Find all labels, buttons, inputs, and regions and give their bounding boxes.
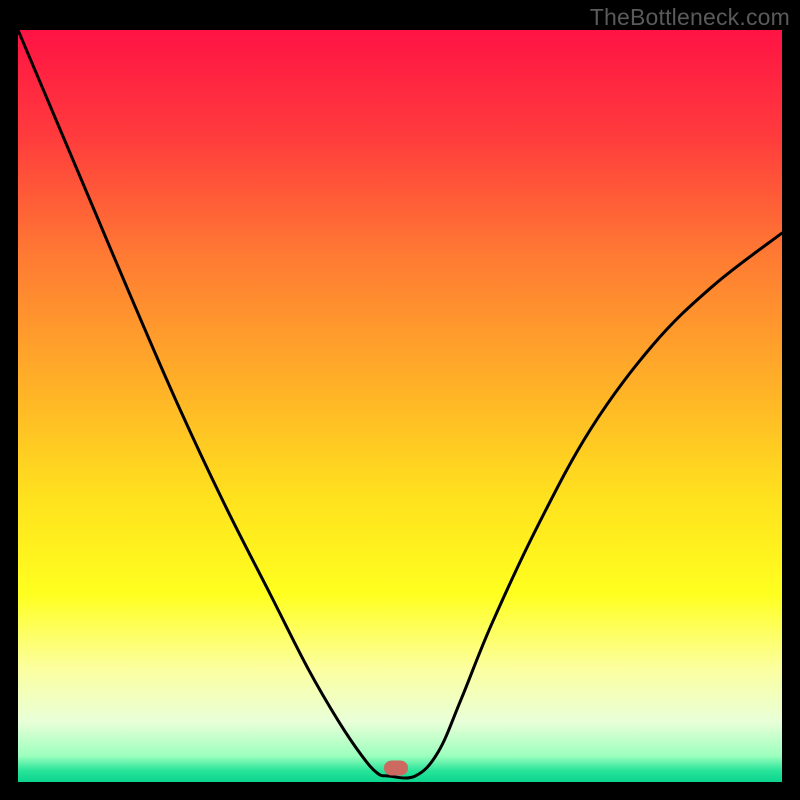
gradient-background <box>18 30 782 782</box>
watermark-label: TheBottleneck.com <box>590 4 790 31</box>
chart-svg <box>18 30 782 782</box>
plot-area <box>18 30 782 782</box>
optimum-marker <box>384 761 408 776</box>
chart-frame: TheBottleneck.com <box>0 0 800 800</box>
